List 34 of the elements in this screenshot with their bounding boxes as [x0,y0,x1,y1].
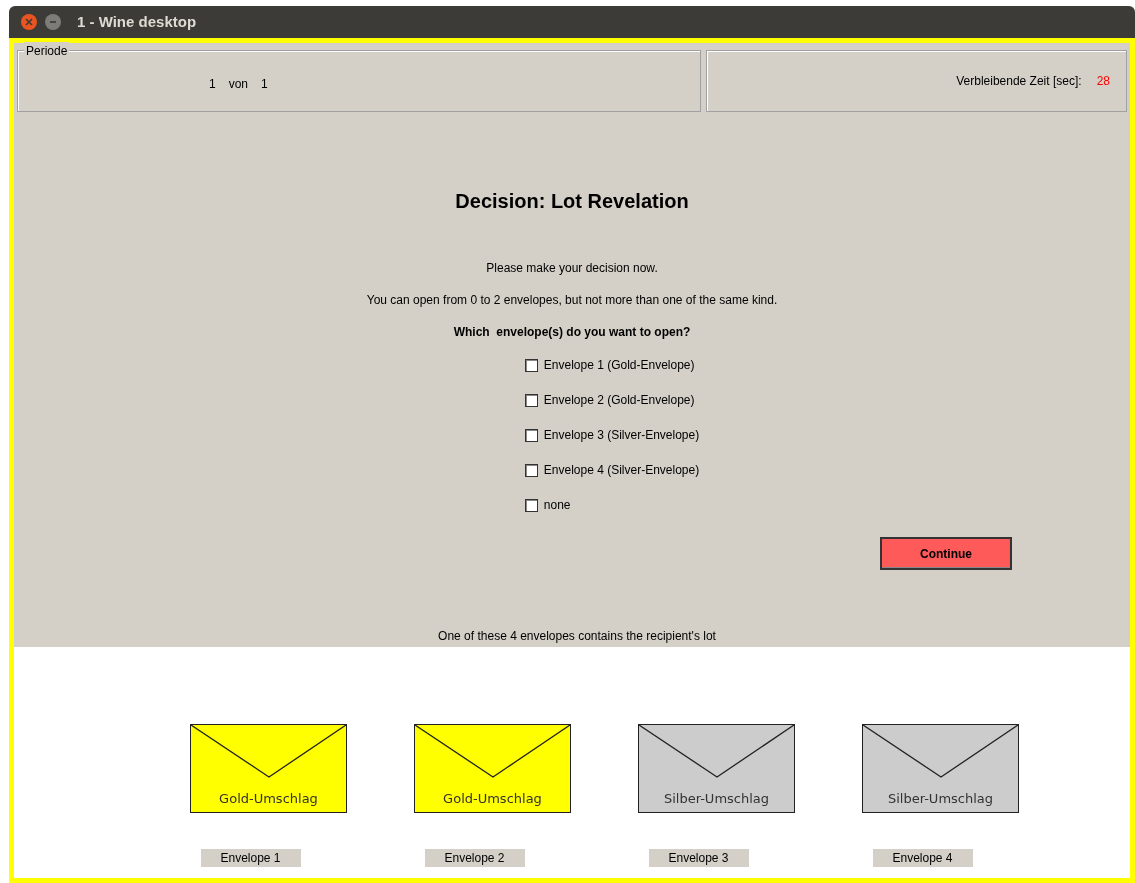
checkbox[interactable] [524,428,538,442]
envelope-caption: Envelope 4 [872,849,973,867]
checkbox-label: none [543,497,571,514]
close-icon [25,18,33,26]
period-total: 1 [261,76,268,93]
note: One of these 4 envelopes contains the recipient's lot [438,628,716,645]
instruction-text: Please make your decision now. [486,260,658,277]
checkbox[interactable] [524,393,538,407]
envelope-label: Gold-Umschlag [443,789,542,808]
period-number: 1 [209,76,216,93]
timer-value: 28 [1096,73,1110,90]
checkbox-label: Envelope 3 (Silver-Envelope) [543,427,700,444]
checkbox-label: Envelope 4 (Silver-Envelope) [543,462,700,479]
checkbox-label: Envelope 1 (Gold-Envelope) [543,357,695,374]
question: Which envelope(s) do you want to open? [453,324,691,341]
period-separator: von [228,76,249,93]
envelope-label: Silber-Umschlag [663,789,770,808]
window-title: 1 - Wine desktop [77,11,197,32]
checkbox-label: Envelope 2 (Gold-Envelope) [543,392,695,409]
checkbox[interactable] [524,463,538,477]
envelope-label: Silber-Umschlag [887,789,994,808]
envelope-caption: Envelope 3 [648,849,749,867]
checkbox[interactable] [524,498,538,512]
checkbox[interactable] [524,358,538,372]
heading: Decision: Lot Revelation [455,189,689,214]
envelope-caption: Envelope 2 [424,849,525,867]
instruction-text: You can open from 0 to 2 envelopes, but not more than one of the same kind. [366,292,778,309]
envelope-caption: Envelope 1 [200,849,301,867]
continue-button[interactable]: Continue [880,537,1012,570]
envelope-label: Gold-Umschlag [219,789,318,808]
minimize-icon [49,18,57,26]
timer-label: Verbleibende Zeit [sec]: [956,73,1082,90]
minimize-button[interactable] [45,14,61,30]
close-button[interactable] [21,14,37,30]
